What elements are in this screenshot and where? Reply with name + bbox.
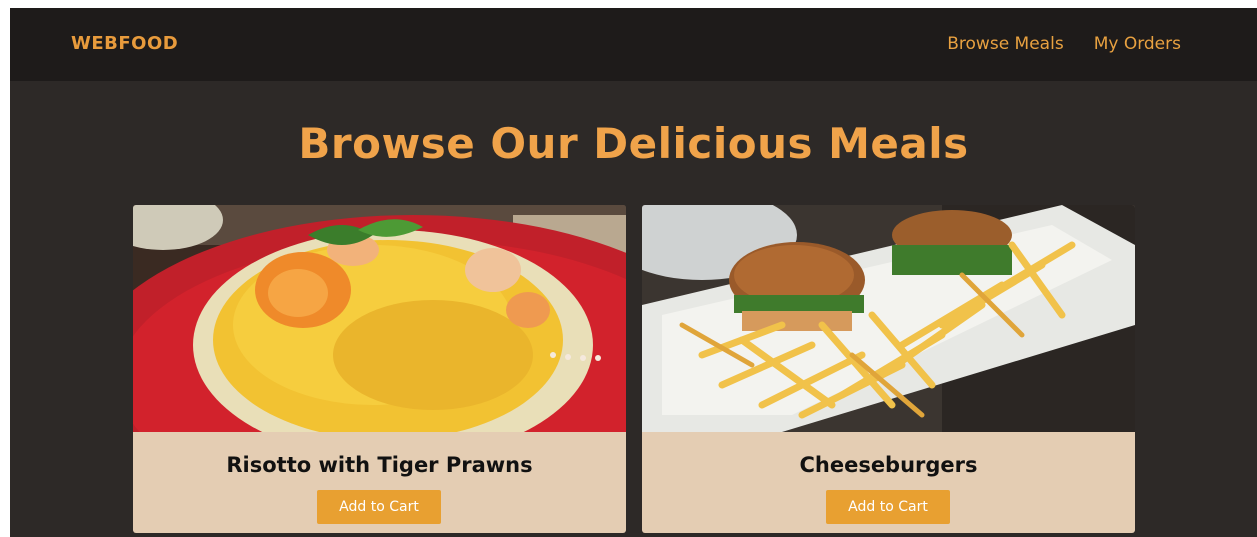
brand-logo[interactable]: WEBFOOD (71, 33, 178, 54)
risotto-photo (133, 205, 626, 432)
nav-links: Browse Meals My Orders (947, 34, 1181, 54)
nav-my-orders[interactable]: My Orders (1094, 34, 1181, 54)
meal-card-risotto: Risotto with Tiger Prawns Add to Cart (133, 205, 626, 533)
cheeseburger-photo (642, 205, 1135, 432)
meal-image-risotto (133, 205, 626, 432)
page-title: Browse Our Delicious Meals (298, 119, 969, 168)
app-window: WEBFOOD Browse Meals My Orders Browse Ou… (10, 8, 1257, 537)
navbar: WEBFOOD Browse Meals My Orders (10, 8, 1257, 81)
add-to-cart-button[interactable]: Add to Cart (317, 490, 441, 524)
nav-browse-meals[interactable]: Browse Meals (947, 34, 1063, 54)
add-to-cart-button[interactable]: Add to Cart (826, 490, 950, 524)
meal-title: Risotto with Tiger Prawns (226, 453, 533, 477)
meal-card-cheeseburgers: Cheeseburgers Add to Cart (642, 205, 1135, 533)
meal-title: Cheeseburgers (799, 453, 978, 477)
meal-image-cheeseburgers (642, 205, 1135, 432)
